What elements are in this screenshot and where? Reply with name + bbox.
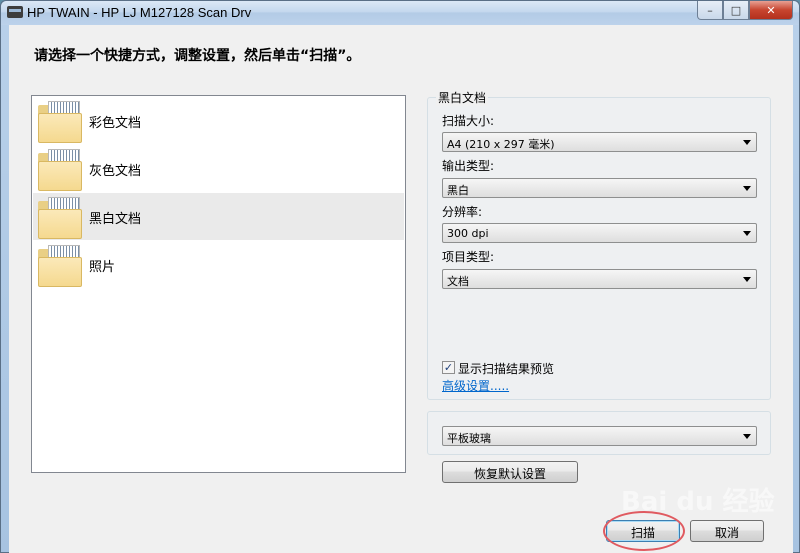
folder-icon xyxy=(38,149,82,191)
chevron-down-icon xyxy=(743,434,751,439)
preview-checkbox-label: 显示扫描结果预览 xyxy=(458,362,555,376)
shortcut-label: 黑白文档 xyxy=(89,212,142,227)
window-title: HP TWAIN - HP LJ M127128 Scan Drv xyxy=(27,5,252,20)
minimize-button[interactable]: – xyxy=(697,1,723,20)
item-type-value: 文档 xyxy=(447,275,469,288)
output-type-dropdown[interactable]: 黑白 xyxy=(442,178,757,198)
output-type-value: 黑白 xyxy=(447,184,469,197)
advanced-settings-link[interactable]: 高级设置..... xyxy=(442,377,509,394)
close-button[interactable]: ✕ xyxy=(749,1,793,20)
shortcut-label: 灰色文档 xyxy=(89,164,142,179)
window-controls: – □ ✕ xyxy=(697,1,793,21)
item-type-label: 项目类型: xyxy=(442,250,495,264)
annotation-circle xyxy=(603,511,685,551)
scanner-window: HP TWAIN - HP LJ M127128 Scan Drv – □ ✕ … xyxy=(0,0,800,553)
chevron-down-icon xyxy=(743,140,751,145)
chevron-down-icon xyxy=(743,277,751,282)
title-bar[interactable]: HP TWAIN - HP LJ M127128 Scan Drv – □ ✕ xyxy=(1,1,799,25)
folder-icon xyxy=(38,101,82,143)
output-type-label: 输出类型: xyxy=(442,159,495,173)
chevron-down-icon xyxy=(743,186,751,191)
scan-size-dropdown[interactable]: A4 (210 x 297 毫米) xyxy=(442,132,757,152)
shortcut-item-gray-document[interactable]: 灰色文档 xyxy=(33,145,404,192)
settings-group-title: 黑白文档 xyxy=(436,89,489,106)
shortcut-label: 彩色文档 xyxy=(89,116,142,131)
instruction-text: 请选择一个快捷方式，调整设置，然后单击“扫描”。 xyxy=(34,48,361,64)
shortcut-item-photo[interactable]: 照片 xyxy=(33,241,404,288)
shortcut-label: 照片 xyxy=(89,260,116,275)
scan-size-value: A4 (210 x 297 毫米) xyxy=(447,138,555,151)
folder-icon xyxy=(38,245,82,287)
maximize-button[interactable]: □ xyxy=(723,1,749,20)
resolution-value: 300 dpi xyxy=(447,227,489,240)
source-value: 平板玻璃 xyxy=(447,432,491,445)
source-dropdown[interactable]: 平板玻璃 xyxy=(442,426,757,446)
shortcut-list[interactable]: 彩色文档 灰色文档 黑白文档 照片 xyxy=(31,95,406,473)
item-type-dropdown[interactable]: 文档 xyxy=(442,269,757,289)
chevron-down-icon xyxy=(743,231,751,236)
resolution-dropdown[interactable]: 300 dpi xyxy=(442,223,757,243)
restore-defaults-button[interactable]: 恢复默认设置 xyxy=(442,461,578,483)
shortcut-item-bw-document[interactable]: 黑白文档 xyxy=(33,193,404,240)
resolution-label: 分辨率: xyxy=(442,205,483,219)
preview-checkbox[interactable]: ✓ xyxy=(442,361,455,374)
folder-icon xyxy=(38,197,82,239)
cancel-button[interactable]: 取消 xyxy=(690,520,764,542)
scan-size-label: 扫描大小: xyxy=(442,114,495,128)
dialog-client-area: 请选择一个快捷方式，调整设置，然后单击“扫描”。 彩色文档 灰色文档 黑白文档 xyxy=(9,25,793,553)
shortcut-item-color-document[interactable]: 彩色文档 xyxy=(33,97,404,144)
scanner-app-icon xyxy=(7,6,23,18)
